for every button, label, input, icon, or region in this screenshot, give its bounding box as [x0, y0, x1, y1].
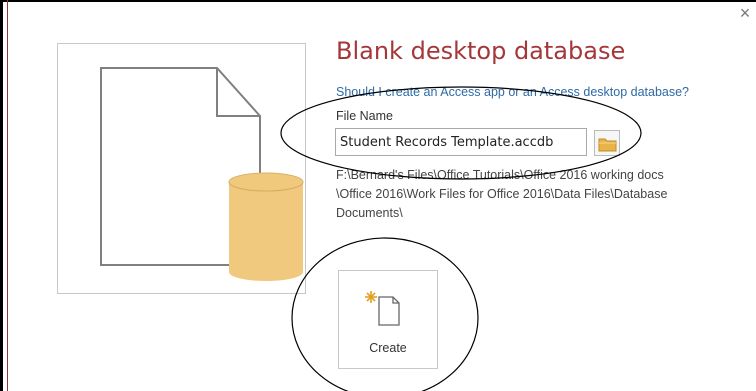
create-button[interactable]: Create	[338, 270, 438, 369]
blank-database-dialog: × Blank desktop database Should I create…	[0, 0, 756, 391]
file-name-input[interactable]	[335, 128, 587, 156]
close-icon[interactable]: ×	[736, 4, 754, 24]
window-edge-top	[0, 0, 756, 2]
create-button-label: Create	[369, 341, 407, 355]
app-vs-desktop-help-link[interactable]: Should I create an Access app or an Acce…	[336, 85, 689, 99]
path-line: Documents\	[336, 206, 403, 220]
new-document-sparkle-icon	[365, 291, 400, 326]
browse-folder-button[interactable]	[594, 130, 620, 156]
path-line: \Office 2016\Work Files for Office 2016\…	[336, 187, 668, 201]
dialog-title: Blank desktop database	[336, 37, 626, 65]
window-edge-left	[0, 0, 3, 391]
file-name-label: File Name	[336, 109, 393, 123]
blank-database-icon	[100, 67, 304, 281]
save-location-path: F:\Bernard's Files\Office Tutorials\Offi…	[336, 166, 736, 223]
path-line: F:\Bernard's Files\Office Tutorials\Offi…	[336, 168, 664, 182]
blank-database-preview	[57, 43, 306, 294]
folder-icon	[598, 138, 617, 152]
window-edge-accent	[7, 0, 8, 391]
